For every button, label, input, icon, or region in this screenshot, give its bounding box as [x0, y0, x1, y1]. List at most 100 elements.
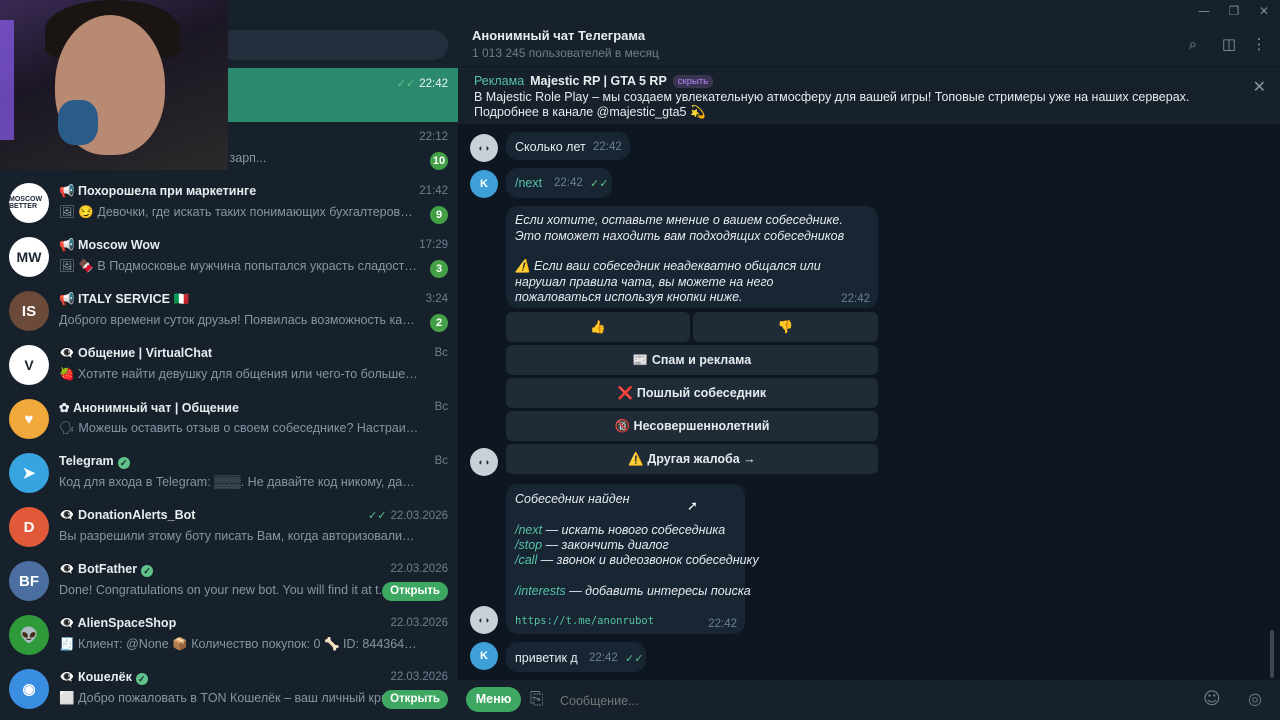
chat-list-item[interactable]: 👽 👁‍🗨 AlienSpaceShop 22.03.2026 🧾 Клиент: @…	[0, 608, 458, 662]
chat-name: 📢 Moscow Wow	[59, 238, 160, 252]
chat-list-item[interactable]: ♥ ✿ Анонимный чат | Общение Вс 🗣 Можешь ост…	[0, 392, 458, 446]
promo-name[interactable]: Majestic RP | GTA 5 RP	[530, 74, 667, 88]
interests-command[interactable]: /interests	[515, 584, 566, 598]
message-time: 22:42	[593, 141, 622, 153]
report-minor-button[interactable]: 🔞 Несовершеннолетний	[506, 411, 878, 441]
chat-list-item[interactable]: ➤ Telegram ✓ Вс Код для входа в Telegram: ▒▒…	[0, 446, 458, 500]
emoji-icon[interactable]: ☺	[1203, 689, 1221, 709]
read-checks-icon: ✓✓	[368, 510, 387, 522]
chat-time: 22.03.2026	[390, 617, 448, 629]
chat-time: Вс	[434, 347, 448, 359]
chat-preview: Доброго времени суток друзья! Появилась …	[59, 313, 419, 327]
bot-avatar[interactable]: ◐◑	[470, 606, 498, 634]
chat-time: 17:29	[419, 239, 448, 251]
chat-name: 📢 Похорошела при маркетинге	[59, 184, 257, 198]
found-text: Собеседник найден	[515, 492, 630, 506]
webcam-overlay	[0, 0, 228, 170]
report-other-button[interactable]: ⚠️ Другая жалоба →	[506, 444, 878, 474]
chat-list-item[interactable]: ◉ 👁‍🗨 Кошелёк ✓ 22.03.2026 ⬜ Добро пожаловат…	[0, 662, 458, 716]
promo-text: В Majestic Role Play – мы создаем увлека…	[474, 90, 1190, 119]
chat-avatar: V	[9, 345, 49, 385]
camera-icon[interactable]: ◎	[1248, 689, 1262, 708]
chat-subtitle: 1 013 245 пользователей в месяц	[472, 46, 659, 60]
message-bubble: приветик д 22:42 ✓✓	[506, 642, 646, 672]
report-spam-button[interactable]: 📰 Спам и реклама	[506, 345, 878, 375]
next-command[interactable]: /next	[515, 523, 542, 537]
bot-avatar[interactable]: ◐◑	[470, 134, 498, 162]
bot-link[interactable]: https://t.me/anonrubot	[515, 615, 654, 627]
chat-list-item[interactable]: BF 👁‍🗨 BotFather ✓ 22.03.2026 Done! Congratu…	[0, 554, 458, 608]
chat-list-item[interactable]: MOSCOW BETTER 📢 Похорошела при маркетинге…	[0, 176, 458, 230]
sponsored-banner[interactable]: Реклама Majestic RP | GTA 5 RP скрыть В Ma…	[458, 66, 1280, 125]
promo-hide-button[interactable]: скрыть	[672, 75, 714, 88]
maximize-icon[interactable]: ❐	[1226, 3, 1242, 19]
chat-list-item[interactable]: IS 📢 ITALY SERVICE 🇮🇹 3:24 Доброго времени …	[0, 284, 458, 338]
chat-list-item[interactable]: V 👁‍🗨 Общение | VirtualChat Вс 🍓 Хотите най…	[0, 338, 458, 392]
dislike-button[interactable]: 👎	[693, 312, 878, 342]
search-input[interactable]	[220, 30, 448, 60]
partner-found-message: Собеседник найден /next — искать нового …	[506, 484, 759, 634]
unread-badge: 2	[430, 314, 448, 332]
chat-avatar: 👽	[9, 615, 49, 655]
chat-time: 22:12	[419, 131, 448, 143]
chat-header[interactable]: Анонимный чат Телеграма 1 013 245 пользо…	[458, 22, 1280, 66]
chat-preview: 🍓 Хотите найти девушку для общения или ч…	[59, 367, 419, 381]
message-input[interactable]	[558, 688, 1182, 714]
sidebar-toggle-icon[interactable]: ◫	[1220, 35, 1238, 53]
call-command-line: /call — звонок и видеозвонок собеседнику	[515, 553, 759, 567]
user-avatar[interactable]: K	[470, 642, 498, 670]
close-icon[interactable]: ✕	[1256, 3, 1272, 19]
chat-time: Вс	[434, 455, 448, 467]
message-bubble: Сколько лет 22:42	[506, 132, 630, 160]
attach-icon[interactable]: ⎘	[530, 689, 544, 709]
stop-command-line: /stop — закончить диалог	[515, 538, 669, 552]
like-button[interactable]: 👍	[506, 312, 690, 342]
minimize-icon[interactable]: —	[1196, 3, 1212, 19]
message-bubble: /next 22:42 ✓✓	[506, 168, 612, 198]
scrollbar[interactable]	[1270, 630, 1274, 678]
interests-command-line: /interests — добавить интересы поиска	[515, 584, 751, 598]
message-text: приветик д	[515, 651, 578, 665]
chat-avatar: MOSCOW BETTER	[9, 183, 49, 223]
chat-avatar: BF	[9, 561, 49, 601]
read-checks-icon: ✓✓	[396, 78, 416, 90]
menu-button[interactable]: Меню	[466, 687, 521, 712]
chat-list-item[interactable]: D 👁‍🗨 DonationAlerts_Bot ✓✓ 22.03.2026 Вы ра…	[0, 500, 458, 554]
call-command[interactable]: /call	[515, 553, 537, 567]
verified-icon: ✓	[141, 565, 154, 577]
mouse-cursor-icon: ➚	[687, 499, 698, 514]
more-icon[interactable]: ⋮	[1250, 35, 1268, 53]
unread-badge: 10	[430, 152, 448, 170]
chat-time: ✓✓ 22:42	[396, 78, 448, 90]
message-input-bar: Меню ⎘ ☺ ◎	[458, 680, 1280, 720]
chat-time: 3:24	[425, 293, 448, 305]
chat-time: ✓✓ 22.03.2026	[368, 510, 448, 522]
chat-preview: Код для входа в Telegram: ▒▒▒. Не давайт…	[59, 475, 419, 489]
chat-time: Вс	[434, 401, 448, 413]
chat-time: 22.03.2026	[390, 671, 448, 683]
open-app-button[interactable]: Открыть	[382, 690, 448, 709]
report-vulgar-button[interactable]: ❌ Пошлый собеседник	[506, 378, 878, 408]
search-icon[interactable]: ⌕	[1184, 35, 1202, 53]
chat-name: 👁‍🗨 Кошелёк ✓	[59, 670, 379, 685]
stop-description: — закончить диалог	[542, 538, 669, 552]
chat-name: Telegram ✓	[59, 454, 379, 469]
message-text[interactable]: /next	[515, 176, 542, 190]
verified-icon: ✓	[117, 457, 130, 469]
chat-preview: Вы разрешили этому боту писать Вам, когд…	[59, 529, 419, 543]
unread-badge: 3	[430, 260, 448, 278]
stop-command[interactable]: /stop	[515, 538, 542, 552]
chat-name: 👁‍🗨 DonationAlerts_Bot	[59, 508, 196, 522]
bot-avatar[interactable]: ◐◑	[470, 448, 498, 476]
read-checks-icon: ✓✓	[590, 178, 609, 190]
chat-name: 📢 ITALY SERVICE 🇮🇹	[59, 292, 190, 306]
user-avatar[interactable]: K	[470, 170, 498, 198]
close-icon[interactable]: ✕	[1253, 77, 1266, 97]
chat-title[interactable]: Анонимный чат Телеграма	[472, 28, 645, 43]
chat-list-item[interactable]: MW 📢 Moscow Wow 17:29 🖼 🍫 В Подмосковье муж…	[0, 230, 458, 284]
chat-avatar: ◉	[9, 669, 49, 709]
message-area: ◐◑ Сколько лет 22:42 K /next 22:42 ✓✓ Ес…	[458, 124, 1280, 680]
interests-description: — добавить интересы поиска	[565, 584, 751, 598]
chat-avatar: ♥	[9, 399, 49, 439]
open-app-button[interactable]: Открыть	[382, 582, 448, 601]
